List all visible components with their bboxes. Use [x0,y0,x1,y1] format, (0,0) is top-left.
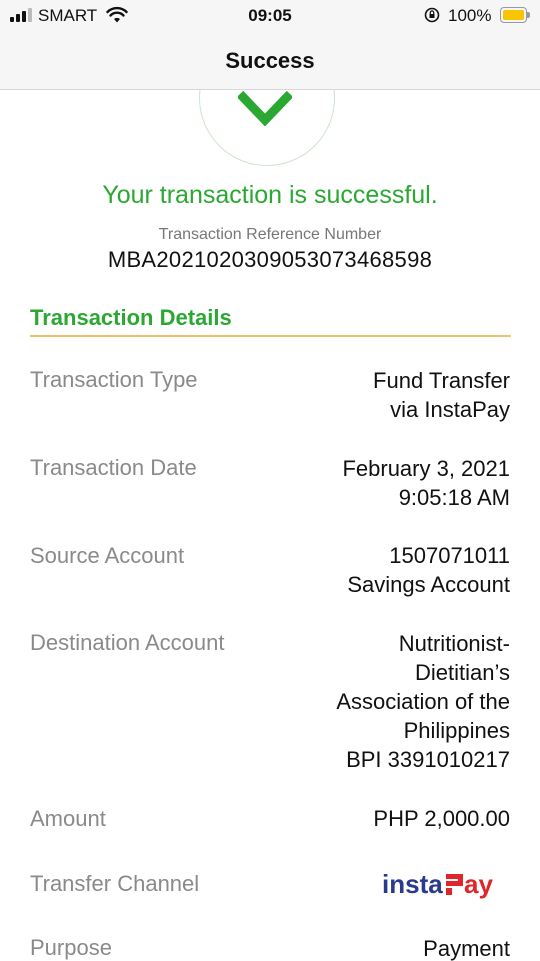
value-line: Dietitian’s [415,660,510,685]
value-line: Savings Account [347,572,510,597]
checkmark-icon [238,90,292,126]
section-divider [30,335,511,337]
value-line: Philippines [403,718,510,743]
orientation-lock-icon [424,7,440,23]
value-line: 9:05:18 AM [398,485,510,510]
value-line: via InstaPay [390,397,510,422]
svg-text:insta: insta [382,869,443,899]
amount-label: Amount [30,806,106,831]
destination-account-value: Nutritionist- Dietitian’s Association of… [336,629,510,774]
value-line: BPI 3391010217 [346,747,510,772]
svg-text:ay: ay [464,869,493,899]
value-line: PHP 2,000.00 [373,806,510,831]
transaction-date-value: February 3, 2021 9:05:18 AM [342,454,510,512]
destination-account-label: Destination Account [30,630,225,655]
instapay-logo: insta ay [382,869,493,899]
transaction-date-label: Transaction Date [30,455,197,480]
value-line: Nutritionist- [398,631,510,656]
reference-number-label: Transaction Reference Number [158,226,382,243]
navigation-bar: Success [0,32,540,90]
source-account-label: Source Account [30,543,185,568]
success-message: Your transaction is successful. [102,181,438,209]
reference-number: MBA2021020309053073468598 [107,247,433,272]
success-screen: SMART 09:05 100% Success Your transactio… [0,0,540,961]
transfer-channel-label: Transfer Channel [30,871,200,896]
value-line: Payment [423,936,510,961]
value-line: 1507071011 [389,543,510,568]
source-account-value: 1507071011 Savings Account [347,541,510,599]
status-bar: SMART 09:05 100% [0,0,540,32]
value-line: Fund Transfer [373,368,510,393]
transaction-type-value: Fund Transfer via InstaPay [373,366,510,424]
battery-icon [500,7,530,23]
value-line: February 3, 2021 [342,456,510,481]
section-title: Transaction Details [30,305,232,330]
purpose-label: Purpose [30,935,112,960]
value-line: Association of the [336,689,510,714]
transaction-type-label: Transaction Type [30,367,198,392]
amount-value: PHP 2,000.00 [373,804,510,833]
purpose-value: Payment [423,934,510,961]
page-title: Success [225,48,315,73]
battery-percent: 100% [448,6,492,25]
